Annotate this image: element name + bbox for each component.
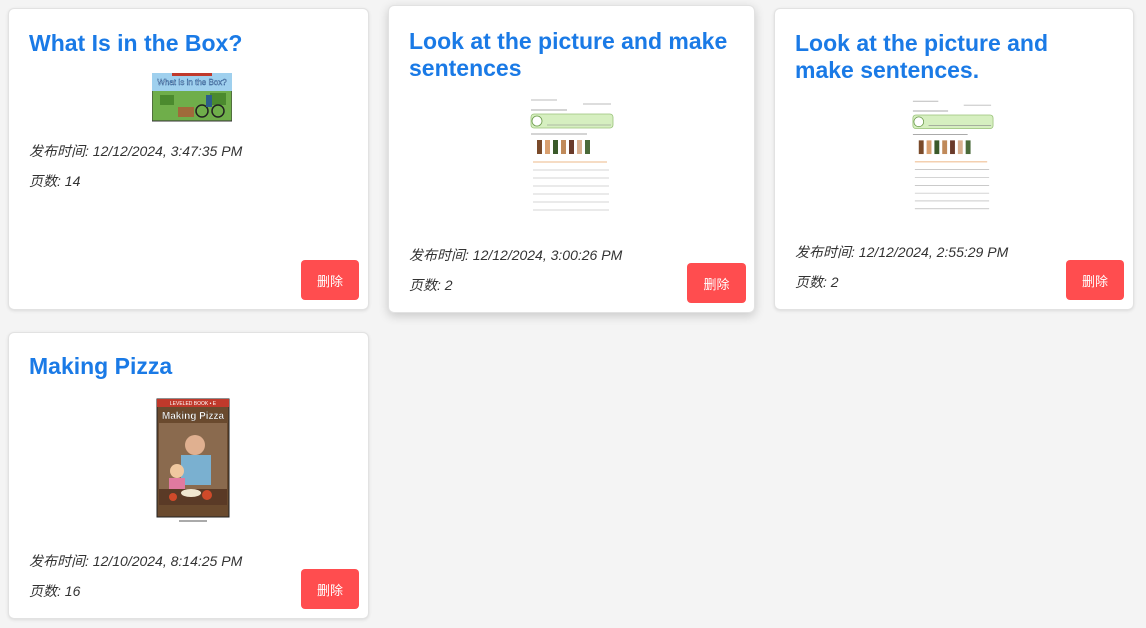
- book-card: What Is in the Box? What Is in the Box? …: [8, 8, 369, 310]
- cover-banner: LEVELED BOOK • E: [170, 401, 217, 407]
- card-title[interactable]: Look at the picture and make sentences.: [795, 30, 1113, 84]
- page-count: 页数: 2: [795, 274, 839, 290]
- card-title[interactable]: Look at the picture and make sentences: [409, 28, 734, 82]
- worksheet-thumbnail[interactable]: [909, 97, 995, 215]
- delete-button[interactable]: 删除: [687, 263, 746, 303]
- page-count: 页数: 16: [29, 583, 81, 599]
- publish-time: 发布时间: 12/12/2024, 3:47:35 PM: [29, 143, 243, 159]
- cover-text: Making Pizza: [162, 411, 225, 422]
- page-count: 页数: 14: [29, 173, 81, 189]
- delete-button[interactable]: 删除: [301, 569, 359, 609]
- publish-time: 发布时间: 12/12/2024, 2:55:29 PM: [795, 244, 1009, 260]
- delete-button[interactable]: 删除: [301, 260, 359, 300]
- card-title[interactable]: Making Pizza: [29, 353, 348, 380]
- book-card: Making Pizza LEVELED BOOK • E Making Piz…: [8, 332, 369, 619]
- publish-time: 发布时间: 12/12/2024, 3:00:26 PM: [409, 247, 623, 263]
- book-card: Look at the picture and make sentences 发…: [388, 5, 755, 313]
- cover-text: What Is in the Box?: [157, 78, 227, 87]
- publish-time: 发布时间: 12/10/2024, 8:14:25 PM: [29, 553, 243, 569]
- book-card: Look at the picture and make sentences.: [774, 8, 1134, 310]
- cover-thumbnail[interactable]: What Is in the Box?: [151, 72, 233, 123]
- card-title[interactable]: What Is in the Box?: [29, 30, 348, 57]
- page-count: 页数: 2: [409, 277, 453, 293]
- delete-button[interactable]: 删除: [1066, 260, 1124, 300]
- cover-thumbnail[interactable]: LEVELED BOOK • E Making Pizza: [151, 393, 233, 527]
- worksheet-thumbnail[interactable]: [527, 96, 615, 216]
